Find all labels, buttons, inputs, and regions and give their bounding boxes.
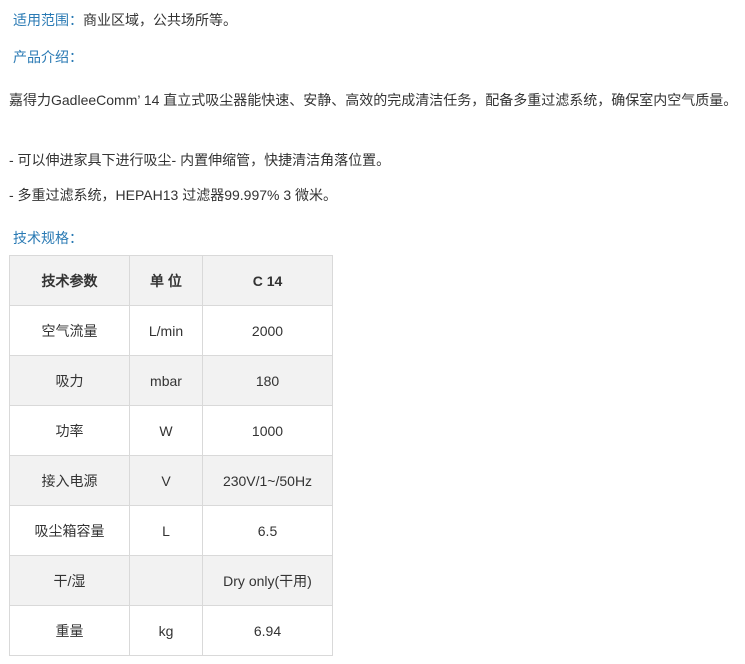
header-model: C 14 — [202, 255, 333, 306]
spec-value-cell: 6.94 — [202, 605, 333, 656]
spec-value-cell: 230V/1~/50Hz — [202, 455, 333, 506]
spec-row-suction: 吸力 mbar 180 — [9, 355, 333, 406]
header-unit: 单 位 — [129, 255, 203, 306]
spec-unit-cell: W — [129, 405, 203, 456]
spec-parameter-cell: 接入电源 — [9, 455, 130, 506]
feature-bullet-telescopic: - 可以伸进家具下进行吸尘- 内置伸缩管，快捷清洁角落位置。 — [9, 152, 391, 168]
spec-parameter-cell: 干/湿 — [9, 555, 130, 606]
spec-unit-cell: mbar — [129, 355, 203, 406]
spec-unit-cell: L — [129, 505, 203, 556]
spec-unit-cell — [129, 555, 203, 606]
spec-table-header: 技术参数 单 位 C 14 — [9, 255, 333, 306]
spec-header-row: 技术参数 单 位 C 14 — [9, 255, 333, 306]
spec-row-wet-dry: 干/湿 Dry only(干用) — [9, 555, 333, 606]
scope-label: 适用范围： — [13, 12, 83, 28]
spec-parameter-cell: 空气流量 — [9, 305, 130, 356]
spec-unit-cell: V — [129, 455, 203, 506]
spec-value-cell: 1000 — [202, 405, 333, 456]
feature-bullet-filtration: - 多重过滤系统，HEPAH13 过滤器99.997% 3 微米。 — [9, 187, 338, 203]
spec-value-cell: 6.5 — [202, 505, 333, 556]
header-parameter: 技术参数 — [9, 255, 130, 306]
product-description: 嘉得力GadleeComm’ 14 直立式吸尘器能快速、安静、高效的完成清洁任务… — [9, 92, 738, 108]
spec-value-cell: 180 — [202, 355, 333, 406]
spec-parameter-cell: 功率 — [9, 405, 130, 456]
spec-parameter-cell: 重量 — [9, 605, 130, 656]
spec-row-weight: 重量 kg 6.94 — [9, 605, 333, 656]
tech-specs-heading: 技术规格： — [13, 230, 83, 246]
spec-row-tank-capacity: 吸尘箱容量 L 6.5 — [9, 505, 333, 556]
spec-value-cell: 2000 — [202, 305, 333, 356]
spec-row-power: 功率 W 1000 — [9, 405, 333, 456]
spec-unit-cell: L/min — [129, 305, 203, 356]
spec-value-cell: Dry only(干用) — [202, 555, 333, 606]
spec-row-air-flow: 空气流量 L/min 2000 — [9, 305, 333, 356]
spec-unit-cell: kg — [129, 605, 203, 656]
scope-value: 商业区域，公共场所等。 — [83, 12, 237, 28]
product-intro-heading: 产品介绍： — [13, 49, 83, 65]
spec-parameter-cell: 吸尘箱容量 — [9, 505, 130, 556]
spec-table: 技术参数 单 位 C 14 空气流量 L/min 2000 吸力 mbar 18… — [9, 255, 333, 656]
application-scope-line: 适用范围：商业区域，公共场所等。 — [13, 9, 733, 31]
spec-parameter-cell: 吸力 — [9, 355, 130, 406]
spec-table-body: 空气流量 L/min 2000 吸力 mbar 180 功率 W 1000 接入… — [9, 305, 333, 656]
spec-row-power-supply: 接入电源 V 230V/1~/50Hz — [9, 455, 333, 506]
